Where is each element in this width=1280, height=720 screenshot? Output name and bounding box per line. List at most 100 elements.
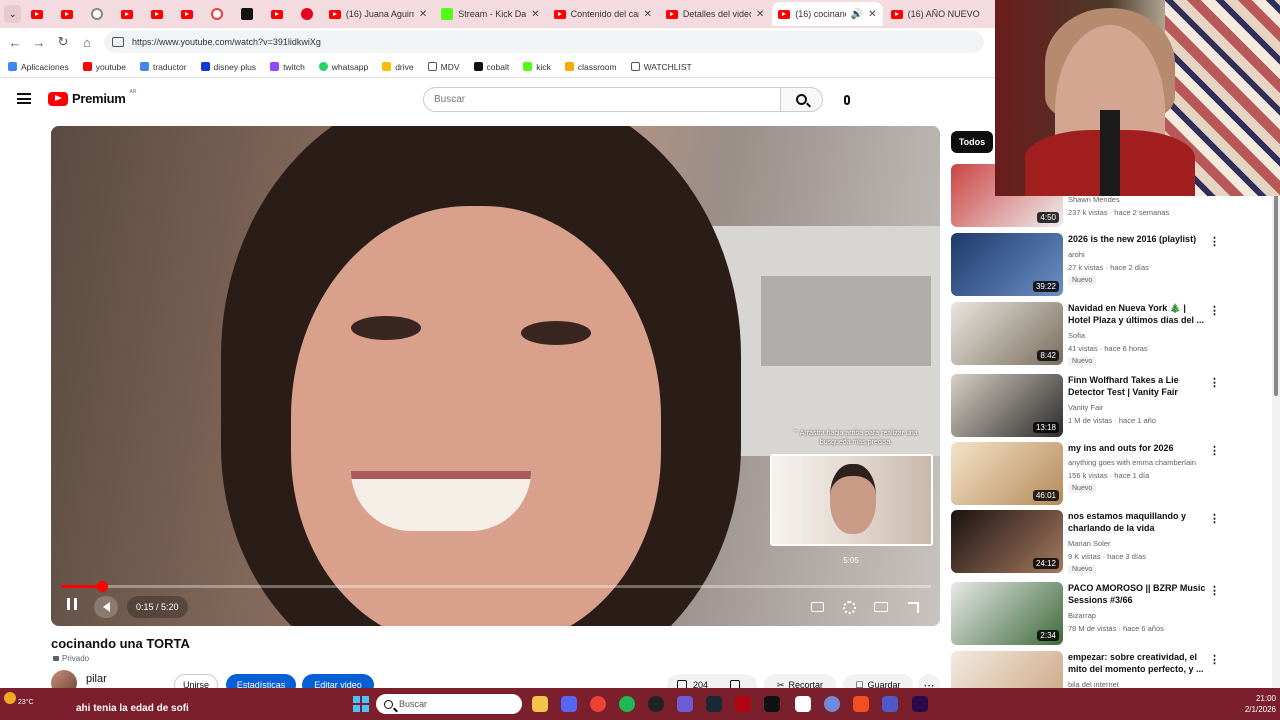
video-title[interactable]: empezar: sobre creatividad, el mito del … (1068, 651, 1208, 675)
premiere-icon[interactable] (912, 696, 928, 712)
video-thumbnail[interactable]: 13:18 (951, 374, 1063, 437)
bookmark-youtube[interactable]: youtube (82, 62, 126, 72)
more-vert-icon[interactable]: ⋮ (1209, 304, 1220, 317)
home-icon[interactable]: ⌂ (80, 35, 94, 50)
voice-search-button[interactable] (836, 89, 858, 111)
channel-name[interactable]: Shawn Mendes (1068, 195, 1120, 204)
tab-14-active[interactable]: (16) cocinando 🔊 ✕ (772, 2, 883, 26)
tab-9[interactable] (293, 3, 321, 25)
video-thumbnail[interactable]: 24:12 (951, 510, 1063, 573)
search-button[interactable] (781, 87, 823, 112)
bookmark-whatsapp[interactable]: whatsapp (318, 62, 368, 72)
channel-name[interactable]: Bizarrap (1068, 611, 1096, 620)
recommendation-item[interactable]: 24:12 nos estamos maquillando y charland… (951, 510, 1221, 574)
recommendation-item[interactable]: 39:22 2026 is the new 2016 (playlist) ar… (951, 233, 1221, 297)
obs-icon[interactable] (648, 696, 664, 712)
tab-15[interactable]: (16) AÑO NUEVO (885, 2, 995, 26)
tab-8[interactable] (263, 3, 291, 25)
channel-name[interactable]: Marian Soler (1068, 539, 1111, 548)
channel-name[interactable]: arohi (1068, 250, 1085, 259)
video-thumbnail[interactable]: 46:01 (951, 442, 1063, 505)
bookmark-watchlist[interactable]: WATCHLIST (630, 62, 692, 72)
tab-6[interactable] (203, 3, 231, 25)
channel-name[interactable]: Vanity Fair (1068, 403, 1103, 412)
close-icon[interactable]: ✕ (531, 9, 539, 20)
more-vert-icon[interactable]: ⋮ (1209, 444, 1220, 457)
bookmark-disney[interactable]: disney plus (200, 62, 256, 72)
video-title[interactable]: Finn Wolfhard Takes a Lie Detector Test … (1068, 374, 1208, 398)
volume-button[interactable] (94, 596, 118, 618)
chat-app-icon[interactable] (824, 696, 840, 712)
tab-1[interactable] (53, 3, 81, 25)
chrome-icon[interactable] (590, 696, 606, 712)
pause-button[interactable] (65, 598, 79, 612)
taskbar-search[interactable]: Buscar (376, 694, 522, 714)
recommendation-item[interactable]: 46:01 my ins and outs for 2026 anything … (951, 442, 1221, 506)
bookmark-cobalt[interactable]: cobalt (473, 62, 509, 72)
forward-arrow-icon[interactable]: → (32, 35, 46, 50)
tab-13[interactable]: Detalles del video ✕ (660, 2, 770, 26)
bookmark-drive[interactable]: drive (382, 62, 414, 72)
more-vert-icon[interactable]: ⋮ (1209, 653, 1220, 666)
address-bar[interactable]: https://www.youtube.com/watch?v=391lidkw… (104, 31, 984, 53)
tab-0[interactable] (23, 3, 51, 25)
file-explorer-icon[interactable] (532, 696, 548, 712)
tab-3[interactable] (113, 3, 141, 25)
youtube-premium-logo[interactable]: Premium AR (48, 89, 136, 106)
close-icon[interactable]: ✕ (868, 9, 876, 20)
spotify-icon[interactable] (619, 696, 635, 712)
more-vert-icon[interactable]: ⋮ (1209, 512, 1220, 525)
video-player[interactable]: ⌃ Arrastra hacia arriba para realizar un… (51, 126, 940, 626)
bookmark-traductor[interactable]: traductor (139, 62, 187, 72)
video-title[interactable]: Navidad en Nueva York 🎄 | Hotel Plaza y … (1068, 302, 1208, 326)
video-title[interactable]: my ins and outs for 2026 (1068, 442, 1208, 454)
system-clock[interactable]: 21:00 2/1/2026 (1228, 693, 1276, 715)
progress-scrubber[interactable] (97, 581, 108, 592)
recommendation-item[interactable]: empezar: sobre creatividad, el mito del … (951, 651, 1221, 688)
more-vert-icon[interactable]: ⋮ (1209, 584, 1220, 597)
channel-name[interactable]: Sofia (1068, 331, 1085, 340)
steam-icon[interactable] (706, 696, 722, 712)
video-thumbnail[interactable]: 39:22 (951, 233, 1063, 296)
channel-name[interactable]: pilar (86, 673, 107, 685)
tab-2[interactable] (83, 3, 111, 25)
menu-icon[interactable] (17, 93, 31, 104)
teams-icon[interactable] (882, 696, 898, 712)
close-icon[interactable]: ✕ (644, 9, 652, 20)
subtitles-button[interactable] (809, 600, 825, 614)
capcut-icon[interactable] (764, 696, 780, 712)
weather-widget[interactable]: 23°C (4, 692, 34, 706)
settings-button[interactable] (841, 600, 857, 614)
more-vert-icon[interactable]: ⋮ (1209, 235, 1220, 248)
bookmark-kick[interactable]: kick (523, 62, 551, 72)
video-thumbnail[interactable]: 2:34 (951, 582, 1063, 645)
tab-4[interactable] (143, 3, 171, 25)
video-title[interactable]: nos estamos maquillando y charlando de l… (1068, 510, 1208, 534)
back-arrow-icon[interactable]: ← (8, 35, 22, 50)
filter-chip-all[interactable]: Todos (951, 131, 993, 153)
reload-icon[interactable]: ↻ (56, 34, 70, 50)
video-thumbnail[interactable]: 8:42 (951, 302, 1063, 365)
recommendation-item[interactable]: 8:42 Navidad en Nueva York 🎄 | Hotel Pla… (951, 302, 1221, 366)
recommendation-item[interactable]: 13:18 Finn Wolfhard Takes a Lie Detector… (951, 374, 1221, 438)
tab-10[interactable]: (16) Juana Aguirre ✕ (323, 2, 433, 26)
site-info-icon[interactable] (112, 37, 124, 47)
video-editor-icon[interactable] (677, 696, 693, 712)
channel-name[interactable]: anything goes with emma chamberlain (1068, 458, 1218, 467)
speaker-icon[interactable]: 🔊 (851, 9, 863, 20)
tab-12[interactable]: Contenido del can ✕ (548, 2, 658, 26)
video-thumbnail[interactable] (951, 651, 1063, 688)
bookmark-mdv[interactable]: MDV (427, 62, 460, 72)
theater-mode-button[interactable] (873, 600, 889, 614)
tab-11[interactable]: Stream - Kick Dash ✕ (435, 2, 545, 26)
tab-search-button[interactable]: ⌄ (4, 5, 22, 23)
close-icon[interactable]: ✕ (756, 9, 764, 20)
fullscreen-button[interactable] (905, 600, 921, 614)
channel-name[interactable]: bila del internet (1068, 680, 1119, 688)
start-button[interactable] (353, 696, 369, 712)
recommendation-item[interactable]: 2:34 PACO AMOROSO || BZRP Music Sessions… (951, 582, 1221, 646)
netflix-icon[interactable] (735, 696, 751, 712)
tab-5[interactable] (173, 3, 201, 25)
bookmark-classroom[interactable]: classroom (564, 62, 617, 72)
notion-icon[interactable] (795, 696, 811, 712)
